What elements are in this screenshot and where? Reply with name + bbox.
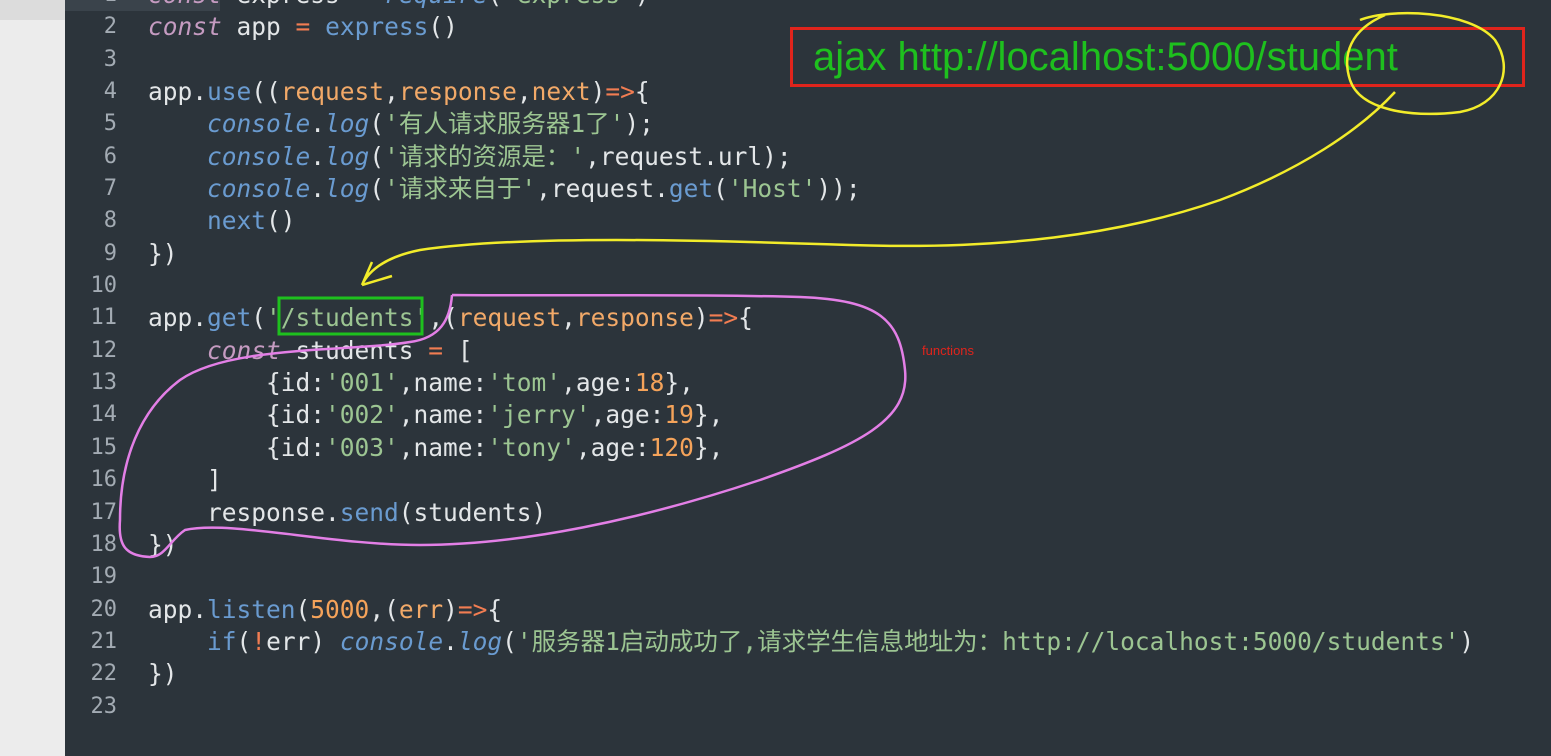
yellow-arrow <box>360 91 1396 287</box>
pink-loop-mark <box>118 293 907 559</box>
students-route-highlight-box <box>277 296 424 336</box>
annotation-overlay <box>118 11 1506 559</box>
student-circle-mark <box>1345 11 1506 116</box>
